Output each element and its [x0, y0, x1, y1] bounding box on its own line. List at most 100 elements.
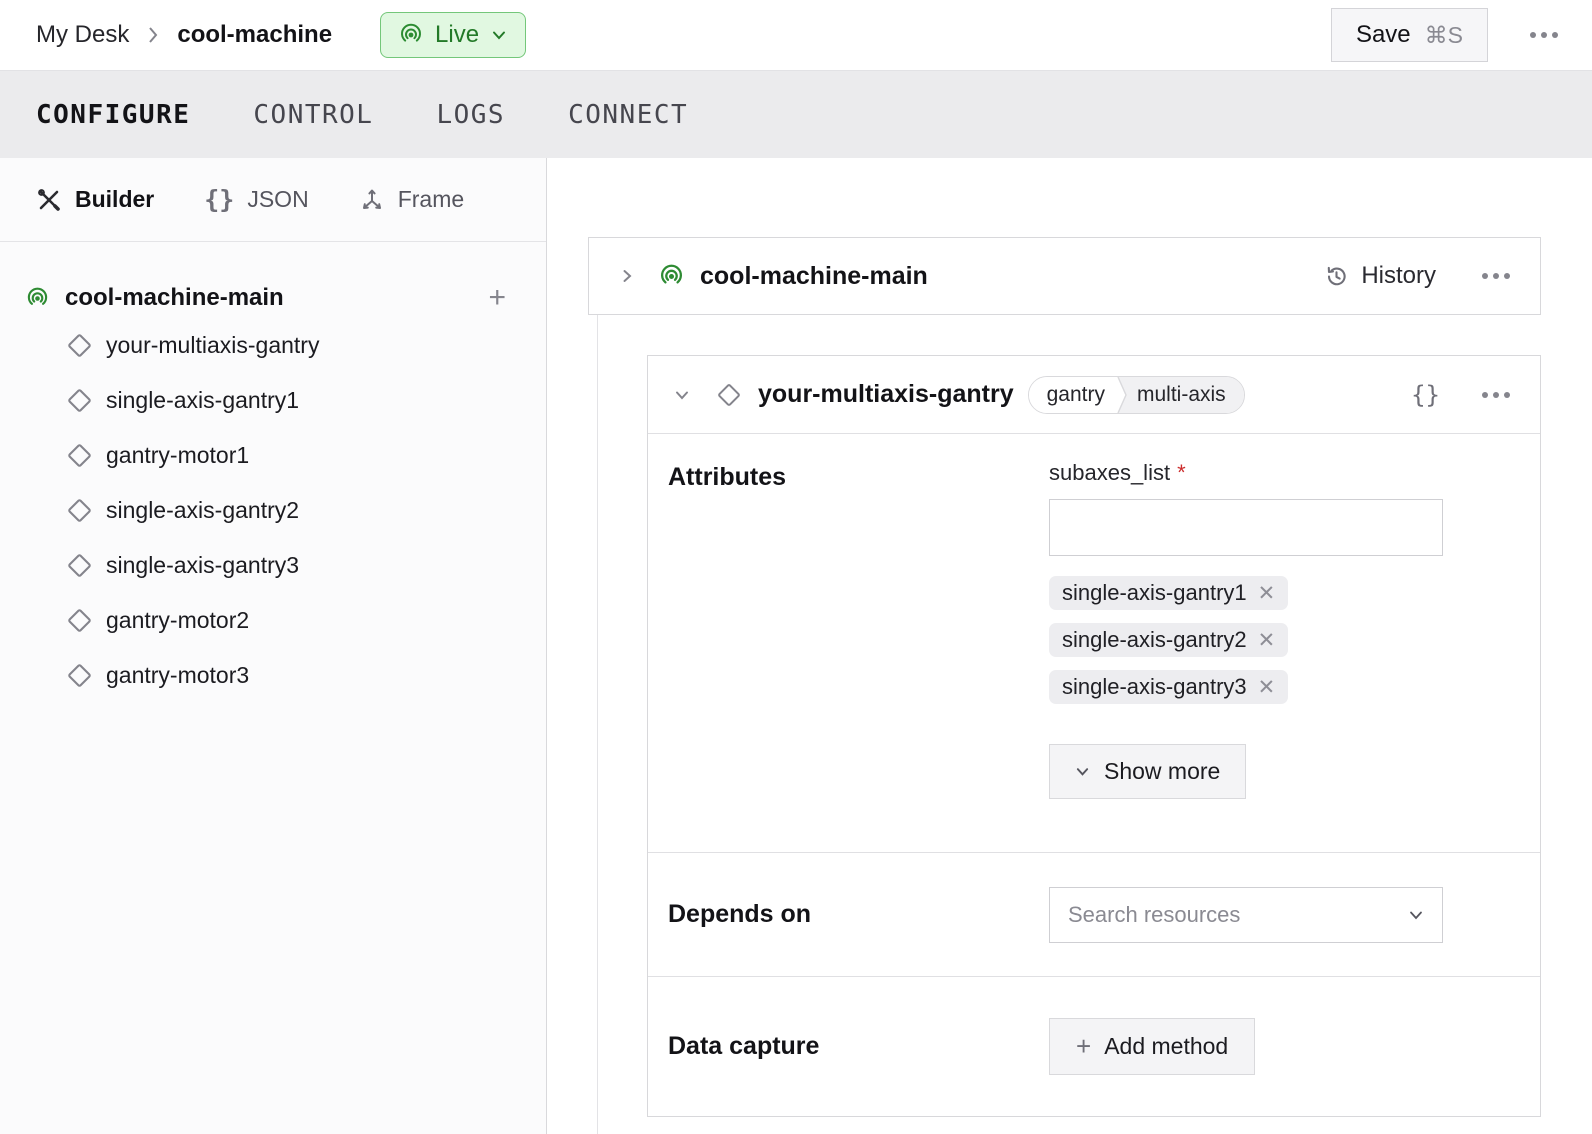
view-tab-json[interactable]: {} JSON [204, 185, 308, 214]
breadcrumb: My Desk cool-machine [36, 21, 332, 49]
tree-item-single-axis-gantry3[interactable]: single-axis-gantry3 [0, 538, 546, 593]
component-diamond-icon [66, 442, 93, 469]
top-bar: My Desk cool-machine Live Save ⌘S [0, 0, 1592, 70]
tab-control[interactable]: CONTROL [253, 100, 373, 130]
view-tab-frame[interactable]: Frame [359, 186, 464, 213]
tree-item-your-multiaxis-gantry[interactable]: your-multiaxis-gantry [0, 318, 546, 373]
component-card-header: your-multiaxis-gantry gantry multi-axis … [648, 356, 1540, 433]
plus-icon: + [1076, 1036, 1091, 1057]
save-shortcut: ⌘S [1425, 22, 1463, 49]
component-title: your-multiaxis-gantry [758, 380, 1014, 409]
braces-icon: {} [204, 185, 234, 214]
add-method-label: Add method [1104, 1033, 1228, 1060]
tree-item-label: gantry-motor2 [106, 607, 249, 634]
tag-separator [1115, 377, 1129, 413]
view-tab-frame-label: Frame [398, 186, 464, 213]
component-type-tags: gantry multi-axis [1028, 376, 1245, 414]
tab-logs[interactable]: LOGS [436, 100, 505, 130]
machine-status-label: Live [435, 21, 479, 49]
frame-axes-icon [359, 187, 385, 213]
depends-on-select[interactable] [1049, 887, 1443, 943]
chevron-down-icon[interactable] [674, 387, 690, 403]
depends-on-label: Depends on [668, 900, 1049, 929]
part-title: cool-machine-main [700, 262, 928, 291]
tree-item-label: gantry-motor1 [106, 442, 249, 469]
view-tab-builder-label: Builder [75, 186, 154, 213]
show-more-label: Show more [1104, 758, 1220, 785]
required-marker: * [1177, 460, 1186, 486]
component-diamond-icon [66, 662, 93, 689]
tree-item-label: single-axis-gantry2 [106, 497, 299, 524]
attributes-section-label: Attributes [668, 460, 1049, 852]
save-button[interactable]: Save ⌘S [1331, 8, 1488, 62]
component-tree: cool-machine-main + your-multiaxis-gantr… [0, 242, 546, 703]
chip-single-axis-gantry2: single-axis-gantry2 ✕ [1049, 623, 1288, 657]
sidebar: Builder {} JSON Frame [0, 158, 547, 1134]
app-window: My Desk cool-machine Live Save ⌘S CONFIG… [0, 0, 1592, 1134]
add-component-button[interactable]: + [488, 283, 506, 313]
view-tab-builder[interactable]: Builder [36, 186, 154, 213]
subaxes-input[interactable] [1049, 499, 1443, 556]
chip-remove-icon[interactable]: ✕ [1258, 583, 1276, 604]
breadcrumb-current: cool-machine [177, 21, 332, 49]
chip-remove-icon[interactable]: ✕ [1258, 630, 1276, 651]
subaxes-chip-list: single-axis-gantry1 ✕ single-axis-gantry… [1049, 576, 1443, 704]
breadcrumb-root[interactable]: My Desk [36, 21, 129, 49]
tree-item-gantry-motor3[interactable]: gantry-motor3 [0, 648, 546, 703]
top-bar-actions: Save ⌘S [1331, 8, 1564, 62]
tag-gantry: gantry [1029, 377, 1115, 413]
component-diamond-icon [66, 332, 93, 359]
tree-item-gantry-motor1[interactable]: gantry-motor1 [0, 428, 546, 483]
tree-item-single-axis-gantry1[interactable]: single-axis-gantry1 [0, 373, 546, 428]
history-clock-icon [1324, 264, 1349, 289]
history-button[interactable]: History [1324, 262, 1436, 290]
tree-item-label: single-axis-gantry3 [106, 552, 299, 579]
view-tab-json-label: JSON [247, 186, 308, 213]
edit-json-icon[interactable]: {} [1411, 381, 1440, 409]
chevron-down-icon [1075, 764, 1090, 779]
attributes-section: Attributes subaxes_list * single-axis-ga… [648, 433, 1540, 852]
search-resources-input[interactable] [1068, 902, 1408, 928]
tag-multi-axis: multi-axis [1129, 377, 1244, 413]
overflow-menu-icon[interactable] [1524, 26, 1564, 44]
data-capture-section: Data capture + Add method [648, 976, 1540, 1116]
tree-item-single-axis-gantry2[interactable]: single-axis-gantry2 [0, 483, 546, 538]
chip-label: single-axis-gantry3 [1062, 674, 1247, 700]
component-diamond-icon [716, 382, 742, 408]
chip-single-axis-gantry1: single-axis-gantry1 ✕ [1049, 576, 1288, 610]
component-diamond-icon [66, 497, 93, 524]
tab-connect[interactable]: CONNECT [568, 100, 688, 130]
show-more-button[interactable]: Show more [1049, 744, 1246, 799]
depends-on-section: Depends on [648, 852, 1540, 977]
part-header-row: cool-machine-main History [588, 237, 1541, 315]
attributes-fields: subaxes_list * single-axis-gantry1 ✕ sin… [1049, 460, 1443, 852]
chevron-right-icon[interactable] [619, 268, 635, 284]
tab-configure[interactable]: CONFIGURE [36, 100, 190, 130]
tree-item-gantry-motor2[interactable]: gantry-motor2 [0, 593, 546, 648]
subaxes-field-label: subaxes_list [1049, 460, 1170, 486]
component-menu-icon[interactable] [1476, 386, 1516, 404]
tree-item-label: gantry-motor3 [106, 662, 249, 689]
tools-icon [36, 187, 62, 213]
breadcrumb-chevron-icon [147, 25, 159, 45]
component-diamond-icon [66, 607, 93, 634]
tree-root-row[interactable]: cool-machine-main + [0, 278, 546, 318]
content-area: Builder {} JSON Frame [0, 158, 1592, 1134]
broadcast-icon [399, 23, 423, 47]
primary-tab-bar: CONFIGURE CONTROL LOGS CONNECT [0, 70, 1592, 158]
chip-single-axis-gantry3: single-axis-gantry3 ✕ [1049, 670, 1288, 704]
component-diamond-icon [66, 552, 93, 579]
data-capture-label: Data capture [668, 1032, 1049, 1061]
chevron-down-icon [491, 27, 507, 43]
save-button-label: Save [1356, 21, 1411, 49]
broadcast-icon [26, 287, 49, 310]
chip-remove-icon[interactable]: ✕ [1258, 677, 1276, 698]
component-card: your-multiaxis-gantry gantry multi-axis … [647, 355, 1541, 1117]
machine-status-dropdown[interactable]: Live [380, 12, 526, 58]
chevron-down-icon [1408, 907, 1424, 923]
subaxes-field-label-row: subaxes_list * [1049, 460, 1443, 486]
part-menu-icon[interactable] [1476, 267, 1516, 285]
add-method-button[interactable]: + Add method [1049, 1018, 1255, 1075]
tree-item-label: single-axis-gantry1 [106, 387, 299, 414]
config-view-tabs: Builder {} JSON Frame [0, 158, 546, 242]
